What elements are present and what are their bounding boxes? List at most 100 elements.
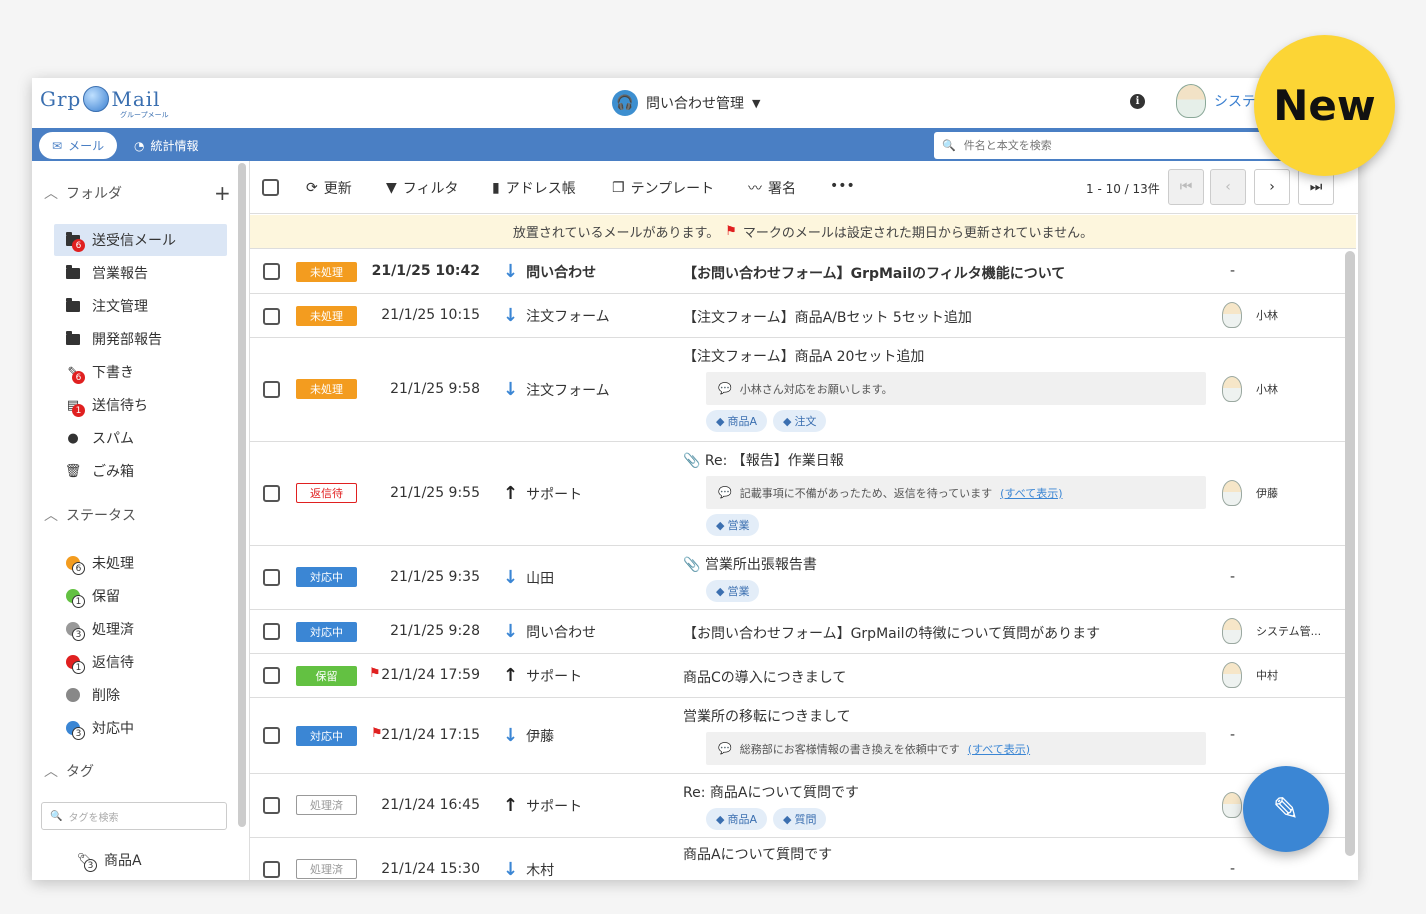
row-checkbox[interactable] <box>263 861 280 878</box>
row-checkbox[interactable] <box>263 569 280 586</box>
pie-chart-icon: ◔ <box>134 138 145 153</box>
address-book-button[interactable]: ▮ アドレス帳 <box>492 178 576 198</box>
status-dot-icon: 3 <box>64 620 85 641</box>
folder-label: 営業報告 <box>92 266 148 282</box>
mail-from: ↓ 山田 <box>503 567 555 588</box>
user-avatar <box>1176 84 1206 118</box>
row-checkbox[interactable] <box>263 623 280 640</box>
filter-button[interactable]: ▼ フィルタ <box>386 178 459 198</box>
row-checkbox[interactable] <box>263 381 280 398</box>
sidebar-scrollbar[interactable] <box>238 163 246 827</box>
tag-chip[interactable]: ◆ 商品A <box>706 410 767 432</box>
next-page-button[interactable]: › <box>1254 169 1290 205</box>
row-checkbox[interactable] <box>263 485 280 502</box>
sidebar-item-sent-received[interactable]: 6 送受信メール <box>54 224 227 256</box>
status-dot-icon <box>64 686 82 704</box>
row-checkbox[interactable] <box>263 667 280 684</box>
tag-chip[interactable]: ◆ 注文 <box>773 410 827 432</box>
sidebar-item-order-management[interactable]: 注文管理 <box>54 290 227 322</box>
sidebar-item-status-pending[interactable]: 6 未処理 <box>54 547 227 579</box>
app-switcher[interactable]: 🎧 問い合わせ管理 ▼ <box>612 90 760 116</box>
sidebar-item-dev-report[interactable]: 開発部報告 <box>54 323 227 355</box>
template-button[interactable]: ❐ テンプレート <box>612 178 714 198</box>
status-badge[interactable]: 対応中 <box>296 726 357 746</box>
table-row[interactable]: 返信待 21/1/25 9:55 ↑ サポート 📎 Re: 【報告】作業日報 💬 記… <box>250 442 1346 546</box>
mail-list-scrollbar[interactable] <box>1345 251 1355 856</box>
prev-page-button[interactable]: ‹ <box>1210 169 1246 205</box>
refresh-button[interactable]: ⟳ 更新 <box>306 178 352 198</box>
chevron-right-icon: › <box>1269 179 1275 195</box>
info-icon[interactable]: i <box>1130 94 1145 109</box>
sidebar-item-trash[interactable]: 🗑 ごみ箱 <box>54 455 227 487</box>
tag-chip[interactable]: ◆ 営業 <box>706 580 760 602</box>
folder-label: 送信待ち <box>92 398 148 414</box>
add-folder-icon[interactable]: + <box>214 181 231 205</box>
compose-button[interactable]: ✎ <box>1243 766 1329 852</box>
status-label: 保留 <box>92 589 120 605</box>
table-row[interactable]: 処理済 21/1/24 15:30 ↓ 木村 商品Aについて質問です - <box>250 838 1346 880</box>
sidebar-item-status-hold[interactable]: 1 保留 <box>54 580 227 612</box>
search-input[interactable] <box>963 139 1264 152</box>
grpmail-logo[interactable]: Grp Mail グループメール <box>40 86 169 119</box>
paperclip-icon: 📎 <box>683 453 701 469</box>
more-button[interactable]: ••• <box>830 178 855 194</box>
mail-from: ↓ 問い合わせ <box>503 621 597 642</box>
show-all-link[interactable]: (すべて表示) <box>968 741 1030 757</box>
logo-text-left: Grp <box>40 87 82 111</box>
sidebar-item-status-done[interactable]: 3 処理済 <box>54 613 227 645</box>
table-row[interactable]: 対応中 21/1/25 9:28 ↓ 問い合わせ 【お問い合わせフォーム】GrpM… <box>250 610 1346 654</box>
folder-icon: 6 <box>64 231 85 252</box>
table-row[interactable]: 対応中 21/1/25 9:35 ↓ 山田 📎 営業所出張報告書 ◆ 営業 - <box>250 546 1346 610</box>
sidebar-item-status-awaiting[interactable]: 1 返信待 <box>54 646 227 678</box>
sidebar-item-tag-product-a[interactable]: 🏷3 商品A <box>66 844 239 876</box>
status-badge[interactable]: 処理済 <box>296 795 357 815</box>
sidebar-item-outbox[interactable]: ▤1 送信待ち <box>54 389 227 421</box>
select-all-checkbox[interactable] <box>262 179 279 196</box>
assignee-empty: - <box>1230 263 1236 279</box>
sidebar-item-drafts[interactable]: ✎6 下書き <box>54 356 227 388</box>
first-page-button[interactable]: ⏮ <box>1168 169 1204 205</box>
status-badge[interactable]: 処理済 <box>296 859 357 879</box>
sidebar-item-status-in-progress[interactable]: 3 対応中 <box>54 712 227 744</box>
table-row[interactable]: 対応中 ⚑ 21/1/24 17:15 ↓ 伊藤 営業所の移転につきまして 💬 総務… <box>250 698 1346 774</box>
table-row[interactable]: 処理済 21/1/24 16:45 ↑ サポート Re: 商品Aについて質問です … <box>250 774 1346 838</box>
folders-section-header[interactable]: ︿ フォルダ <box>44 183 122 203</box>
status-badge[interactable]: 対応中 <box>296 622 357 642</box>
status-badge[interactable]: 対応中 <box>296 567 357 587</box>
status-dot-icon: 3 <box>64 719 85 740</box>
mail-subject: 営業所の移転につきまして <box>683 709 851 725</box>
row-checkbox[interactable] <box>263 797 280 814</box>
tag-search-box[interactable]: 🔍 タグを検索 <box>41 802 227 830</box>
tags-section-header[interactable]: ︿ タグ <box>44 761 94 781</box>
tag-chip[interactable]: ◆ 営業 <box>706 514 760 536</box>
status-badge[interactable]: 未処理 <box>296 379 357 399</box>
status-badge[interactable]: 未処理 <box>296 262 357 282</box>
incoming-arrow-icon: ↓ <box>503 725 519 746</box>
tag-chip[interactable]: ◆ 商品A <box>706 808 767 830</box>
incoming-arrow-icon: ↓ <box>503 859 519 880</box>
sidebar-item-sales-report[interactable]: 営業報告 <box>54 257 227 289</box>
sidebar-item-status-deleted[interactable]: 削除 <box>54 679 227 711</box>
row-checkbox[interactable] <box>263 727 280 744</box>
status-badge[interactable]: 未処理 <box>296 306 357 326</box>
sidebar-item-spam[interactable]: ● スパム <box>54 422 227 454</box>
chevron-up-icon: ︿ <box>44 508 58 524</box>
tab-stats[interactable]: ◔ 統計情報 <box>134 137 199 154</box>
comment-icon: 💬 <box>718 382 732 395</box>
status-section-header[interactable]: ︿ ステータス <box>44 505 136 525</box>
show-all-link[interactable]: (すべて表示) <box>1000 485 1062 501</box>
tag-chip[interactable]: ◆ 質問 <box>773 808 827 830</box>
table-row[interactable]: 未処理 21/1/25 10:15 ↓ 注文フォーム 【注文フォーム】商品A/Bセ… <box>250 294 1346 338</box>
row-checkbox[interactable] <box>263 263 280 280</box>
status-badge[interactable]: 返信待 <box>296 483 357 503</box>
table-row[interactable]: 未処理 21/1/25 9:58 ↓ 注文フォーム 【注文フォーム】商品A 20セ… <box>250 338 1346 442</box>
user-menu[interactable]: システ <box>1176 84 1256 118</box>
table-row[interactable]: 保留 ⚑ 21/1/24 17:59 ↑ サポート 商品Cの導入につきまして 中村 <box>250 654 1346 698</box>
signature-button[interactable]: 〰署名 <box>748 178 796 198</box>
status-badge[interactable]: 保留 <box>296 666 357 686</box>
tab-mail[interactable]: ✉ メール <box>39 132 118 159</box>
status-label: 削除 <box>92 688 120 704</box>
mail-from: ↓ 伊藤 <box>503 725 555 746</box>
row-checkbox[interactable] <box>263 308 280 325</box>
table-row[interactable]: 未処理 21/1/25 10:42 ↓ 問い合わせ 【お問い合わせフォーム】Grp… <box>250 250 1346 294</box>
